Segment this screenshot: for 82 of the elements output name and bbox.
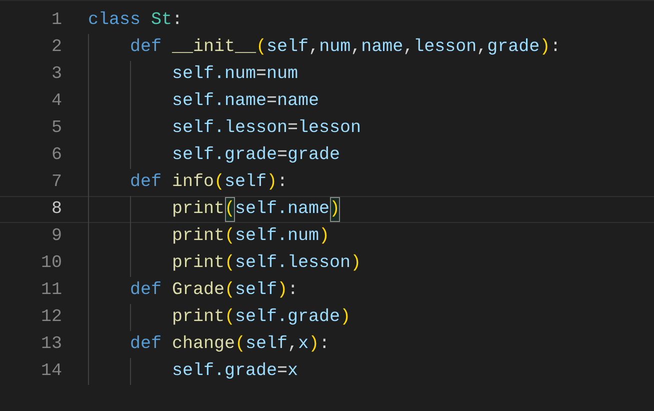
code-token: self xyxy=(266,36,309,59)
bracket: ) xyxy=(540,36,550,59)
code-token: self.grade xyxy=(172,360,278,383)
line-number: 7 xyxy=(50,171,62,194)
code-token: print xyxy=(172,252,225,275)
bracket: ) xyxy=(308,333,320,356)
bracket: ( xyxy=(256,36,267,59)
code-token: num xyxy=(266,63,298,86)
code-token: , xyxy=(476,36,488,59)
code-token: : xyxy=(277,171,288,194)
bracket: ( xyxy=(224,306,236,329)
code-token: def xyxy=(130,171,162,194)
bracket: ) xyxy=(277,279,288,302)
code-token: = xyxy=(266,90,278,113)
bracket: ) xyxy=(330,197,340,222)
code-token: name xyxy=(277,90,320,113)
code-token: print xyxy=(172,198,225,221)
code-token: , xyxy=(308,36,320,59)
code-token: self.name xyxy=(235,198,330,221)
code-token: self xyxy=(224,171,267,194)
code-token: lesson xyxy=(298,117,362,140)
code-token: self.lesson xyxy=(235,252,351,275)
code-token: , xyxy=(350,36,362,59)
line-number: 6 xyxy=(50,144,62,168)
line-number: 13 xyxy=(40,333,62,356)
bracket: ) xyxy=(319,225,330,248)
line-number: 4 xyxy=(50,90,62,114)
code-token: Grade xyxy=(172,279,225,302)
code-token: self.grade xyxy=(235,306,340,329)
code-token: : xyxy=(550,36,561,59)
code-token: self.name xyxy=(172,90,267,113)
code-token: name xyxy=(361,36,404,59)
line-number: 14 xyxy=(40,360,62,384)
code-token: change xyxy=(172,333,236,356)
code-token: : xyxy=(172,9,183,32)
code-token: lesson xyxy=(414,36,477,59)
line-number: 12 xyxy=(40,306,62,330)
line-number: 8 xyxy=(50,198,62,222)
code-token: __init__ xyxy=(172,36,256,59)
code-token: def xyxy=(130,333,162,356)
code-token: self.num xyxy=(172,63,256,86)
code-token: print xyxy=(172,306,225,329)
bracket: ( xyxy=(224,197,236,222)
code-token: : xyxy=(319,333,330,356)
code-token: : xyxy=(288,279,298,302)
code-token: self.lesson xyxy=(172,117,288,140)
line-number: 2 xyxy=(50,36,62,60)
code-token: grade xyxy=(288,144,340,167)
code-token: num xyxy=(319,36,351,59)
bracket: ) xyxy=(340,306,351,329)
line-number: 1 xyxy=(50,9,62,32)
line-number: 9 xyxy=(50,225,62,248)
code-token: print xyxy=(172,225,225,248)
code-token: = xyxy=(256,63,267,86)
bracket: ) xyxy=(266,171,278,194)
code-token: def xyxy=(130,279,162,302)
code-token: self xyxy=(246,333,288,356)
code-token: = xyxy=(288,117,298,140)
line-number: 11 xyxy=(40,279,62,302)
code-token: self.num xyxy=(235,225,320,248)
code-token: = xyxy=(277,144,288,167)
code-token: = xyxy=(277,360,288,383)
bracket: ( xyxy=(224,279,236,302)
bracket: ) xyxy=(350,252,362,275)
bracket: ( xyxy=(235,333,246,356)
code-token: , xyxy=(288,333,298,356)
line-number: 5 xyxy=(50,117,62,140)
code-token: , xyxy=(403,36,414,59)
code-token: self.grade xyxy=(172,144,278,167)
code-token: self xyxy=(235,279,278,302)
line-number: 10 xyxy=(40,252,62,276)
code-token: x xyxy=(298,333,309,356)
code-token: info xyxy=(172,171,214,194)
code-token: x xyxy=(288,360,298,383)
code-token: St xyxy=(151,9,172,32)
code-token: def xyxy=(130,36,162,59)
bracket: ( xyxy=(214,171,225,194)
code-token: class xyxy=(88,9,141,32)
line-number: 3 xyxy=(50,63,62,86)
code-token: grade xyxy=(487,36,540,59)
bracket: ( xyxy=(224,225,236,248)
bracket: ( xyxy=(224,252,236,275)
